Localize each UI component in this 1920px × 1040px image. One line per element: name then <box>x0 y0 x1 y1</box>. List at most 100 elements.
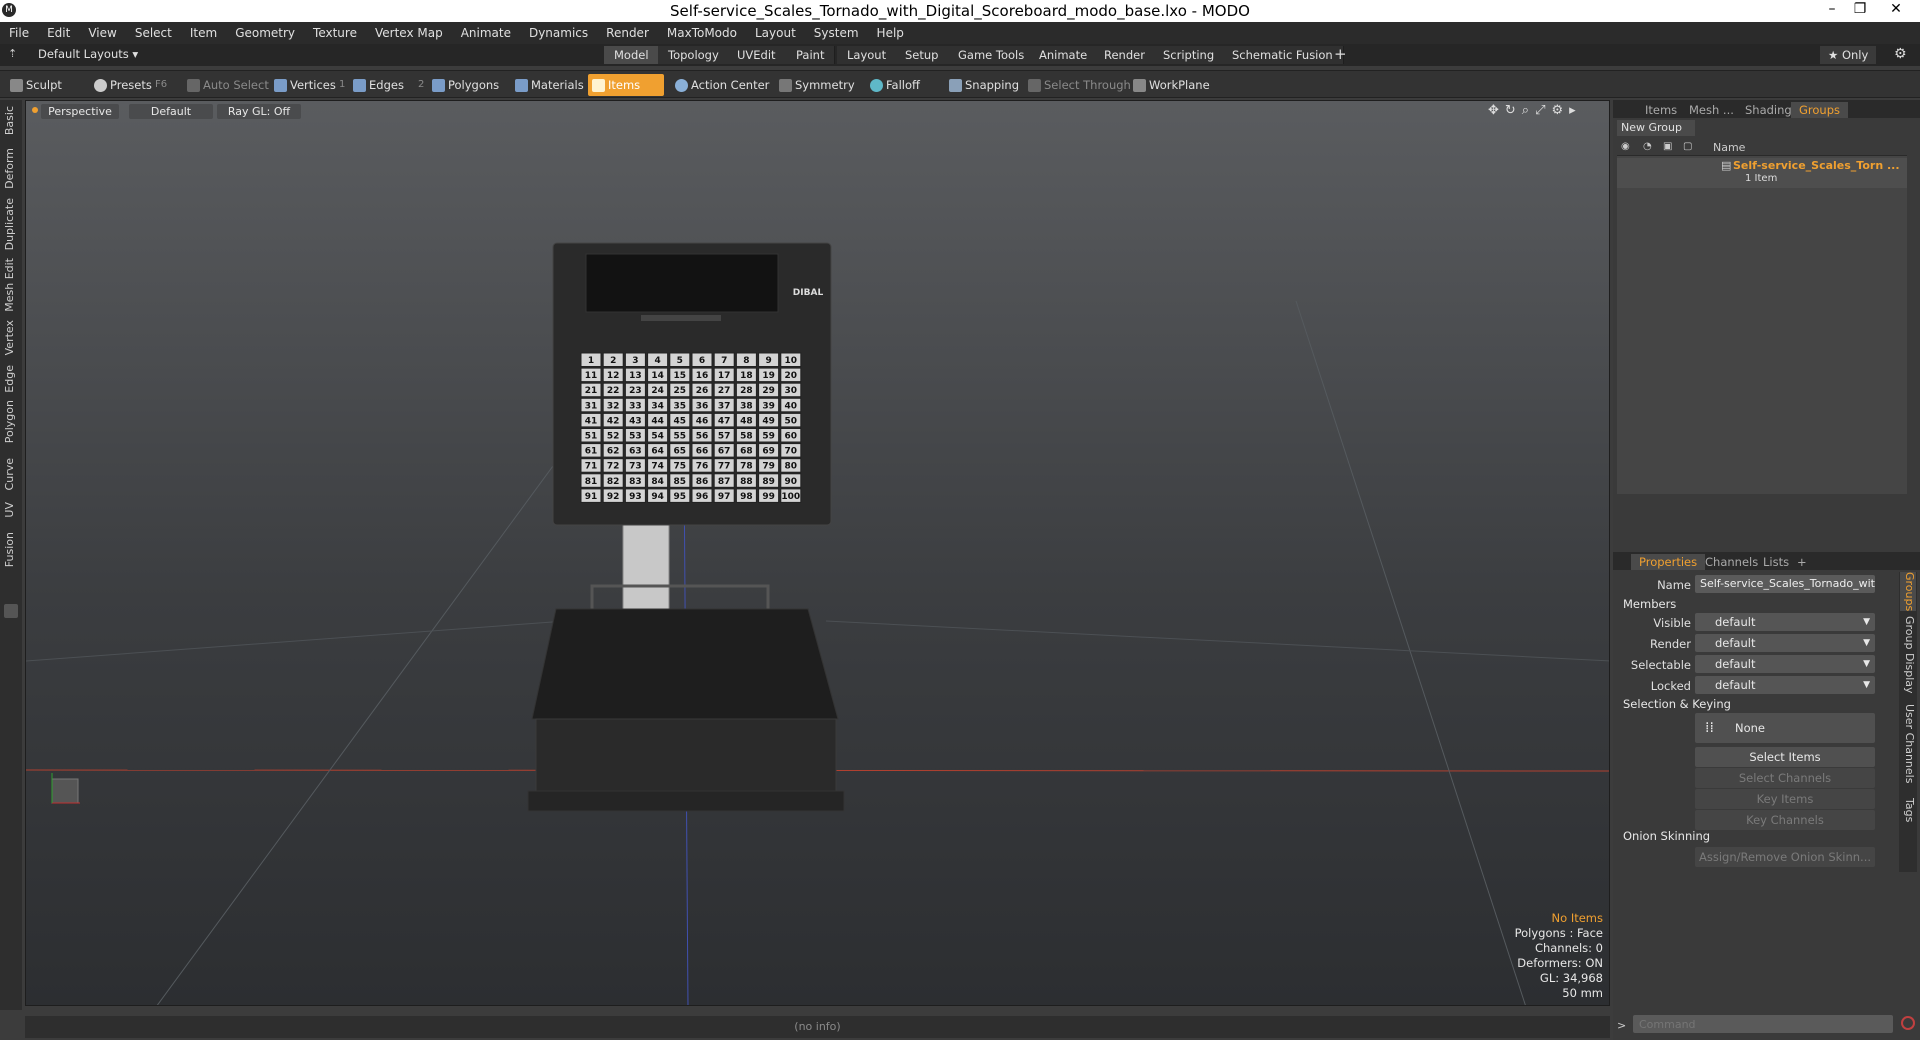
falloff-button[interactable]: Falloff <box>866 74 926 96</box>
menu-vertex-map[interactable]: Vertex Map <box>366 26 452 40</box>
presets-button[interactable]: Presets <box>90 74 158 96</box>
tab-model[interactable]: Model <box>604 46 660 64</box>
tab-basic[interactable]: Basic <box>3 106 19 135</box>
tab-game-tools[interactable]: Game Tools <box>948 46 1036 64</box>
tab-vertex[interactable]: Vertex <box>3 320 19 355</box>
tab-uv[interactable]: UV <box>3 502 19 518</box>
locked-dropdown[interactable]: default ▼ <box>1695 676 1875 694</box>
menu-file[interactable]: File <box>0 26 38 40</box>
menu-help[interactable]: Help <box>868 26 913 40</box>
snapping-button[interactable]: Snapping <box>945 74 1025 96</box>
select-through-button[interactable]: Select Through <box>1024 74 1137 96</box>
menu-render[interactable]: Render <box>597 26 658 40</box>
items-button[interactable]: Items <box>588 74 664 96</box>
menu-item[interactable]: Item <box>181 26 226 40</box>
select-channels-button[interactable]: Select Channels <box>1695 768 1875 788</box>
side-tab-user-channels[interactable]: User Channels <box>1900 704 1916 783</box>
materials-button[interactable]: Materials <box>511 74 590 96</box>
name-field[interactable]: Self-service_Scales_Tornado_with <box>1695 575 1875 593</box>
tab-mesh-edit[interactable]: Mesh Edit <box>3 258 19 312</box>
tab-fusion[interactable]: Fusion <box>3 532 19 567</box>
add-tab-button[interactable]: + <box>1334 45 1347 63</box>
3d-viewport[interactable]: Perspective Default Ray GL: Off ✥↻⌕⤢⚙▸ D… <box>25 100 1610 1006</box>
chevron-down-icon: ▼ <box>1863 617 1870 627</box>
properties-tab-bar: Properties Channels Lists + <box>1613 552 1920 570</box>
tab-topology[interactable]: Topology <box>658 46 730 64</box>
group-row[interactable]: ▤ Self-service_Scales_Torn ... 1 Item <box>1617 158 1907 188</box>
keypad-key-label: 95 <box>674 492 687 502</box>
keying-none-button[interactable]: ⁞⁞ None <box>1695 713 1875 743</box>
minimize-button[interactable]: – <box>1818 1 1846 17</box>
polygons-button[interactable]: Polygons <box>428 74 505 96</box>
menu-layout[interactable]: Layout <box>746 26 805 40</box>
tab-edge[interactable]: Edge <box>3 365 19 393</box>
action-center-button[interactable]: Action Center <box>671 74 775 96</box>
tab-duplicate[interactable]: Duplicate <box>3 198 19 250</box>
visible-dropdown[interactable]: default ▼ <box>1695 613 1875 631</box>
keypad-key-label: 88 <box>740 477 753 487</box>
chevron-down-icon: ▼ <box>1863 659 1870 669</box>
close-button[interactable]: ✕ <box>1882 1 1910 17</box>
menu-edit[interactable]: Edit <box>38 26 79 40</box>
menu-dynamics[interactable]: Dynamics <box>520 26 597 40</box>
only-toggle[interactable]: ★ Only <box>1820 46 1877 64</box>
side-tab-tags[interactable]: Tags <box>1900 798 1916 822</box>
workplane-button[interactable]: WorkPlane <box>1129 74 1216 96</box>
keypad-key-label: 45 <box>674 416 687 426</box>
tab-curve[interactable]: Curve <box>3 458 19 490</box>
sculpt-button[interactable]: Sculpt <box>6 74 68 96</box>
menu-system[interactable]: System <box>805 26 868 40</box>
edges-button[interactable]: Edges <box>349 74 410 96</box>
command-input[interactable] <box>1633 1015 1893 1033</box>
tab-schematic-fusion[interactable]: Schematic Fusion <box>1222 46 1344 64</box>
add-tab-button[interactable]: + <box>1789 554 1815 570</box>
tab-render[interactable]: Render <box>1094 46 1156 64</box>
onion-skinning-section[interactable]: Onion Skinning <box>1623 829 1710 843</box>
tab-setup[interactable]: Setup <box>895 46 950 64</box>
tab-paint[interactable]: Paint <box>786 46 836 64</box>
menu-select[interactable]: Select <box>126 26 181 40</box>
render-icon[interactable]: ◔ <box>1643 141 1652 152</box>
expand-tabs-button[interactable] <box>4 604 18 618</box>
assign-onion-button[interactable]: Assign/Remove Onion Skinn... <box>1695 847 1875 867</box>
tab-layout[interactable]: Layout <box>837 46 898 64</box>
restore-button[interactable]: ❐ <box>1846 1 1874 17</box>
keypad-key-label: 36 <box>696 401 709 411</box>
menu-texture[interactable]: Texture <box>304 26 366 40</box>
tab-animate[interactable]: Animate <box>1029 46 1099 64</box>
selectable-dropdown[interactable]: default ▼ <box>1695 655 1875 673</box>
gear-icon[interactable]: ⚙ <box>1894 46 1907 62</box>
vertices-button[interactable]: Vertices <box>270 74 342 96</box>
members-section[interactable]: Members <box>1623 597 1676 611</box>
tab-deform[interactable]: Deform <box>3 148 19 189</box>
tab-mesh[interactable]: Mesh ... <box>1681 102 1742 118</box>
render-dropdown[interactable]: default ▼ <box>1695 634 1875 652</box>
key-channels-button[interactable]: Key Channels <box>1695 810 1875 830</box>
tab-polygon[interactable]: Polygon <box>3 400 19 443</box>
layout-up-icon[interactable]: ⇡ <box>8 47 17 60</box>
lock-icon[interactable]: ▣ <box>1663 141 1672 152</box>
visible-label: Visible <box>1653 616 1691 630</box>
menu-geometry[interactable]: Geometry <box>226 26 304 40</box>
symmetry-button[interactable]: Symmetry <box>775 74 861 96</box>
key-items-button[interactable]: Key Items <box>1695 789 1875 809</box>
tab-groups[interactable]: Groups <box>1791 102 1849 118</box>
stat-no-items: No Items <box>1551 911 1603 925</box>
tab-items[interactable]: Items <box>1637 102 1685 118</box>
menu-maxtomodo[interactable]: MaxToModo <box>658 26 746 40</box>
side-tab-group-display[interactable]: Group Display <box>1900 616 1916 694</box>
select-icon[interactable]: ▢ <box>1683 141 1692 152</box>
new-group-button[interactable]: New Group <box>1617 120 1695 136</box>
selection-keying-section[interactable]: Selection & Keying <box>1623 697 1731 711</box>
select-items-button[interactable]: Select Items <box>1695 747 1875 767</box>
menu-view[interactable]: View <box>79 26 125 40</box>
record-icon[interactable] <box>1901 1016 1915 1030</box>
eye-icon[interactable]: ◉ <box>1621 141 1630 152</box>
tab-scripting[interactable]: Scripting <box>1153 46 1226 64</box>
layout-dropdown[interactable]: Default Layouts ▾ <box>38 47 138 61</box>
tab-uvedit[interactable]: UVEdit <box>727 46 787 64</box>
menu-animate[interactable]: Animate <box>452 26 520 40</box>
auto-select-button[interactable]: Auto Select <box>183 74 275 96</box>
side-tab-groups[interactable]: Groups <box>1900 572 1916 612</box>
tab-properties[interactable]: Properties <box>1631 554 1706 570</box>
